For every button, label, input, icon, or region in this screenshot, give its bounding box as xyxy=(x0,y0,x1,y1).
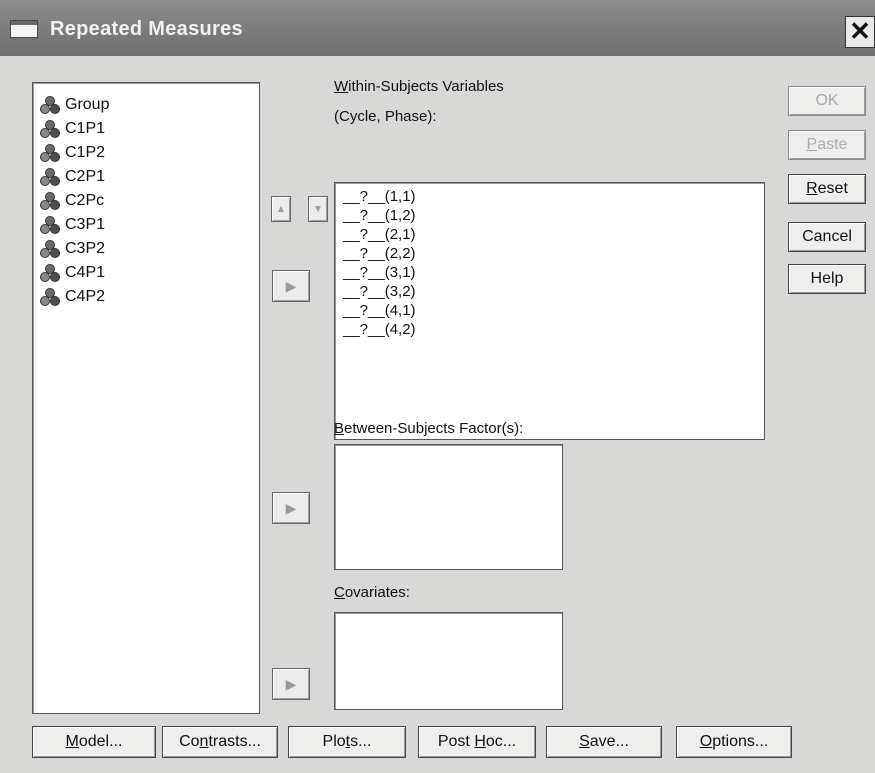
variable-label: C1P1 xyxy=(65,120,106,137)
ok-button[interactable]: OK xyxy=(788,86,866,116)
covariates-list[interactable] xyxy=(334,612,563,710)
move-to-covariates-button[interactable]: ▶ xyxy=(272,668,310,700)
variable-label: C4P1 xyxy=(65,264,106,281)
list-item[interactable]: C2P1 xyxy=(39,165,253,189)
title-bar: Repeated Measures ✕ xyxy=(0,0,875,56)
nominal-variable-icon xyxy=(39,263,61,283)
nominal-variable-icon xyxy=(39,167,61,187)
list-item[interactable]: C3P2 xyxy=(39,237,253,261)
reset-button[interactable]: Reset xyxy=(788,174,866,204)
list-item[interactable]: __?__(1,1) xyxy=(343,187,756,206)
nominal-variable-icon xyxy=(39,95,61,115)
cancel-button[interactable]: Cancel xyxy=(788,222,866,252)
list-item[interactable]: C4P2 xyxy=(39,285,253,309)
nominal-variable-icon xyxy=(39,239,61,259)
paste-button[interactable]: Paste xyxy=(788,130,866,160)
variable-label: C2P1 xyxy=(65,168,106,185)
move-to-between-button[interactable]: ▶ xyxy=(272,492,310,524)
covariates-label: Covariates: xyxy=(334,584,410,601)
within-subjects-sublabel: (Cycle, Phase): xyxy=(334,108,437,125)
nominal-variable-icon xyxy=(39,287,61,307)
variable-label: Group xyxy=(65,96,110,113)
list-item[interactable]: Group xyxy=(39,93,253,117)
post-hoc-button[interactable]: Post Hoc... xyxy=(418,726,536,758)
options-button[interactable]: Options... xyxy=(676,726,792,758)
list-item[interactable]: __?__(3,1) xyxy=(343,263,756,282)
window-icon xyxy=(10,20,38,38)
list-item[interactable]: __?__(2,1) xyxy=(343,225,756,244)
list-item[interactable]: C1P2 xyxy=(39,141,253,165)
plots-button[interactable]: Plots... xyxy=(288,726,406,758)
contrasts-button[interactable]: Contrasts... xyxy=(162,726,278,758)
variable-label: C3P2 xyxy=(65,240,106,257)
right-arrow-icon: ▶ xyxy=(285,499,297,516)
model-button[interactable]: Model... xyxy=(32,726,156,758)
down-arrow-icon: ▼ xyxy=(313,203,323,215)
move-up-button[interactable]: ▲ xyxy=(271,196,291,222)
within-subjects-list[interactable]: __?__(1,1) __?__(1,2) __?__(2,1) __?__(2,2)… xyxy=(334,182,765,440)
up-arrow-icon: ▲ xyxy=(276,203,286,215)
between-subjects-label: Between-Subjects Factor(s): xyxy=(334,420,524,437)
nominal-variable-icon xyxy=(39,215,61,235)
nominal-variable-icon xyxy=(39,119,61,139)
list-item[interactable]: __?__(2,2) xyxy=(343,244,756,263)
within-subjects-label: Within-Subjects Variables xyxy=(334,78,504,95)
list-item[interactable]: C4P1 xyxy=(39,261,253,285)
move-down-button[interactable]: ▼ xyxy=(308,196,328,222)
list-item[interactable]: __?__(1,2) xyxy=(343,206,756,225)
list-item[interactable]: __?__(3,2) xyxy=(343,282,756,301)
variable-label: C2Pc xyxy=(65,192,105,209)
nominal-variable-icon xyxy=(39,143,61,163)
dialog-body: Group C1P1 C1P2 C2P1 C2Pc C3P1 C3P2 C4P1 C4P2 Wi… xyxy=(0,56,875,773)
list-item[interactable]: C2Pc xyxy=(39,189,253,213)
source-variable-list[interactable]: Group C1P1 C1P2 C2P1 C2Pc C3P1 C3P2 C4P1 C4P2 xyxy=(32,82,260,714)
help-button[interactable]: Help xyxy=(788,264,866,294)
between-subjects-list[interactable] xyxy=(334,444,563,570)
right-arrow-icon: ▶ xyxy=(285,277,297,294)
variable-label: C3P1 xyxy=(65,216,106,233)
window-title: Repeated Measures xyxy=(50,18,243,40)
move-to-within-button[interactable]: ▶ xyxy=(272,270,310,302)
list-item[interactable]: __?__(4,1) xyxy=(343,301,756,320)
nominal-variable-icon xyxy=(39,191,61,211)
close-button[interactable]: ✕ xyxy=(845,16,875,48)
save-button[interactable]: Save... xyxy=(546,726,662,758)
variable-label: C1P2 xyxy=(65,144,106,161)
list-item[interactable]: C3P1 xyxy=(39,213,253,237)
list-item[interactable]: __?__(4,2) xyxy=(343,320,756,339)
variable-label: C4P2 xyxy=(65,288,106,305)
right-arrow-icon: ▶ xyxy=(285,675,297,692)
list-item[interactable]: C1P1 xyxy=(39,117,253,141)
